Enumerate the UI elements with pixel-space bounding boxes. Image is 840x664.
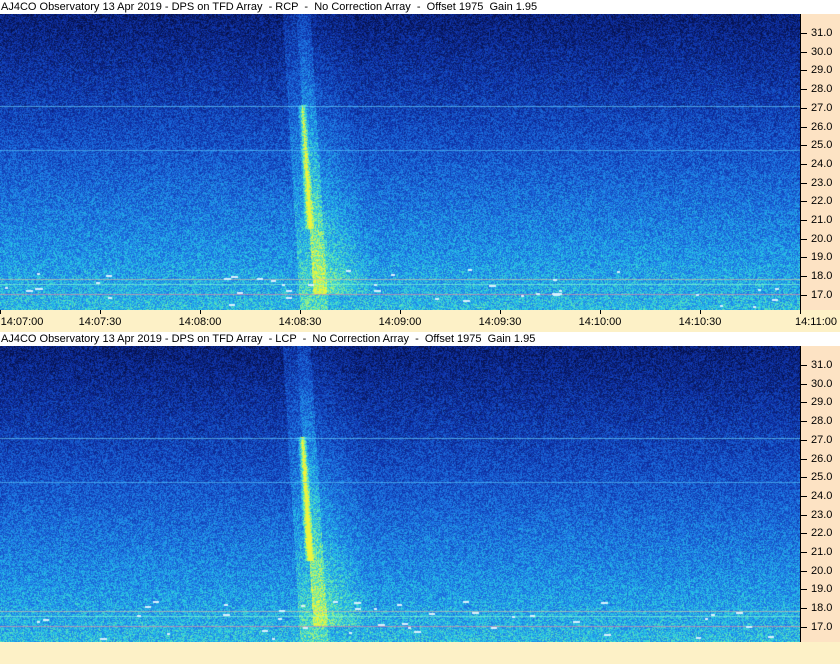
- time-tick-label: 14:09:00: [378, 316, 422, 328]
- freq-tick-label: 28.0: [811, 83, 833, 96]
- freq-tick: [801, 533, 807, 535]
- freq-tick-label: 23.0: [811, 508, 833, 521]
- freq-tick: [801, 107, 807, 109]
- time-tick: [500, 310, 501, 314]
- freq-tick-label: 24.0: [811, 157, 833, 170]
- time-tick-label: 14:09:30: [478, 316, 522, 328]
- freq-tick: [801, 201, 807, 203]
- freq-tick-label: 26.0: [811, 120, 833, 133]
- frequency-axis: 31.0 30.0 29.0 28.0 27.0 26.0 25.0 24.0 23.0 22.0…: [800, 14, 840, 310]
- freq-tick-label: 19.0: [811, 583, 833, 596]
- freq-tick: [801, 495, 807, 497]
- freq-tick-label: 17.0: [811, 620, 833, 633]
- panel-title: AJ4CO Observatory 13 Apr 2019 - DPS on T…: [0, 332, 840, 346]
- freq-tick-label: 28.0: [811, 415, 833, 428]
- freq-tick-label: 20.0: [811, 232, 833, 245]
- freq-tick-label: 18.0: [811, 270, 833, 283]
- freq-tick-label: 23.0: [811, 176, 833, 189]
- time-tick: [600, 310, 601, 314]
- freq-tick: [801, 33, 807, 34]
- freq-tick-label: 30.0: [811, 377, 833, 390]
- freq-tick-label: 21.0: [811, 214, 833, 226]
- freq-tick: [801, 477, 807, 479]
- freq-tick: [801, 294, 807, 296]
- freq-tick-label: 29.0: [811, 64, 833, 77]
- freq-tick-label: 18.0: [811, 602, 833, 615]
- panel-rcp: AJ4CO Observatory 13 Apr 2019 - DPS on T…: [0, 0, 840, 310]
- freq-tick: [801, 70, 807, 72]
- panel-lcp: AJ4CO Observatory 13 Apr 2019 - DPS on T…: [0, 332, 840, 642]
- time-tick: [300, 310, 301, 314]
- freq-tick: [801, 570, 807, 572]
- time-tick-label: 14:11:00: [794, 316, 838, 328]
- freq-tick: [801, 421, 807, 423]
- freq-tick: [801, 257, 807, 259]
- freq-tick-label: 29.0: [811, 396, 833, 409]
- freq-tick-label: 27.0: [811, 101, 833, 114]
- time-tick: [800, 310, 801, 314]
- freq-tick-label: 22.0: [811, 195, 833, 208]
- spectrogram-canvas: [0, 346, 800, 642]
- time-axis: 14:07:00 14:07:30 14:08:00 14:08:30 14:09:00…: [0, 310, 840, 332]
- time-tick: [200, 310, 201, 314]
- freq-tick: [801, 365, 807, 366]
- freq-tick-label: 22.0: [811, 527, 833, 540]
- spectrogram-rcp[interactable]: [0, 14, 800, 310]
- freq-tick: [801, 145, 807, 147]
- freq-tick: [801, 163, 807, 165]
- freq-tick: [801, 238, 807, 240]
- freq-tick: [801, 458, 807, 460]
- freq-tick: [801, 383, 807, 385]
- freq-tick: [801, 514, 807, 516]
- time-tick: [100, 310, 101, 314]
- freq-tick: [801, 126, 807, 128]
- freq-tick: [801, 89, 807, 91]
- freq-tick: [801, 51, 807, 53]
- freq-tick-label: 17.0: [811, 288, 833, 301]
- freq-tick-label: 25.0: [811, 139, 833, 152]
- freq-tick-label: 24.0: [811, 489, 833, 502]
- time-tick-label: 14:10:30: [678, 316, 722, 328]
- freq-tick: [801, 439, 807, 441]
- freq-tick: [801, 276, 807, 278]
- freq-tick: [801, 608, 807, 610]
- time-tick: [700, 310, 701, 314]
- freq-tick: [801, 552, 807, 553]
- freq-tick-label: 19.0: [811, 251, 833, 264]
- time-tick-label: 14:08:30: [278, 316, 322, 328]
- time-tick-label: 14:07:30: [78, 316, 122, 328]
- freq-tick-label: 31.0: [811, 359, 833, 371]
- freq-tick-label: 20.0: [811, 564, 833, 577]
- spectrogram-lcp[interactable]: [0, 346, 800, 642]
- freq-tick: [801, 626, 807, 628]
- spectrogram-canvas: [0, 14, 800, 310]
- time-tick: [400, 310, 401, 314]
- freq-tick: [801, 402, 807, 404]
- time-tick-label: 14:08:00: [178, 316, 222, 328]
- frequency-axis: 31.0 30.0 29.0 28.0 27.0 26.0 25.0 24.0 23.0 22.0…: [800, 346, 840, 642]
- freq-tick-label: 21.0: [811, 546, 833, 558]
- freq-tick-label: 25.0: [811, 471, 833, 484]
- time-tick-label: 14:10:00: [578, 316, 622, 328]
- time-tick-label: 14:07:00: [0, 316, 44, 328]
- freq-tick-label: 31.0: [811, 27, 833, 39]
- freq-tick: [801, 220, 807, 221]
- freq-tick-label: 26.0: [811, 452, 833, 465]
- bottom-time-strip: [0, 642, 840, 664]
- freq-tick-label: 27.0: [811, 433, 833, 446]
- freq-tick-label: 30.0: [811, 45, 833, 58]
- time-tick: [0, 310, 1, 314]
- panel-title: AJ4CO Observatory 13 Apr 2019 - DPS on T…: [0, 0, 840, 14]
- freq-tick: [801, 589, 807, 591]
- freq-tick: [801, 182, 807, 184]
